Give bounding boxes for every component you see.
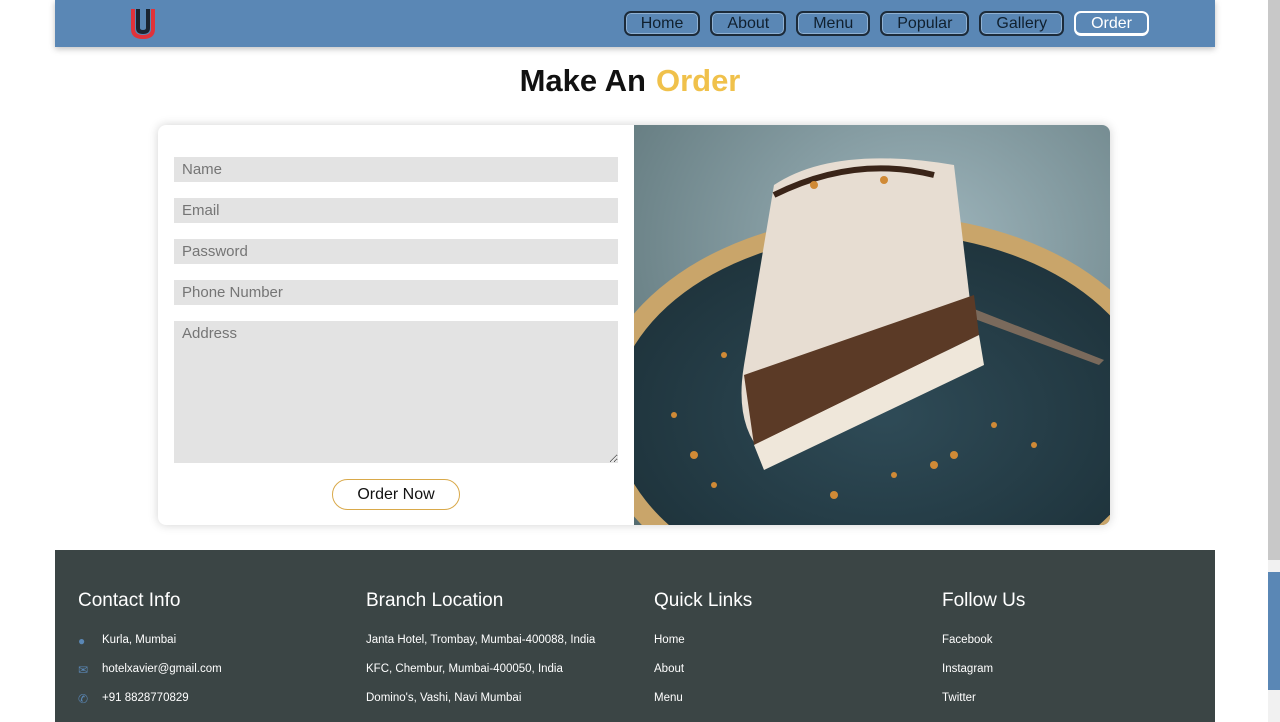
page: Home About Menu Popular Gallery Order Ma… xyxy=(0,0,1280,722)
nav-order[interactable]: Order xyxy=(1074,11,1149,36)
envelope-icon: ✉ xyxy=(78,663,89,677)
map-pin-icon: ● xyxy=(78,634,86,648)
branch-column: Branch Location Janta Hotel, Trombay, Mu… xyxy=(366,590,595,721)
contact-item: ✆ +91 8828770829 xyxy=(78,692,189,706)
password-input[interactable] xyxy=(174,239,618,264)
branch-item: Domino's, Vashi, Navi Mumbai xyxy=(366,692,522,704)
email-input[interactable] xyxy=(174,198,618,223)
footer-link-menu[interactable]: Menu xyxy=(654,692,752,721)
scrollbar-thumb[interactable] xyxy=(1268,572,1280,690)
nav-menu[interactable]: Menu xyxy=(796,11,871,36)
nav-home[interactable]: Home xyxy=(623,11,701,36)
order-card: Order Now xyxy=(158,125,1110,525)
quick-links-column: Quick Links Home About Menu xyxy=(654,590,752,721)
branch-item: KFC, Chembur, Mumbai-400050, India xyxy=(366,663,563,675)
site-header: Home About Menu Popular Gallery Order xyxy=(55,0,1215,47)
scrollbar-track-upper xyxy=(1268,0,1280,560)
follow-column: Follow Us Facebook Instagram Twitter xyxy=(942,590,1025,721)
address-textarea[interactable] xyxy=(174,321,618,463)
follow-heading: Follow Us xyxy=(942,590,1026,611)
social-link-instagram[interactable]: Instagram xyxy=(942,663,1025,692)
phone-icon: ✆ xyxy=(78,692,89,706)
phone-input[interactable] xyxy=(174,280,618,305)
page-scrollbar[interactable] xyxy=(1268,0,1280,722)
social-link-facebook[interactable]: Facebook xyxy=(942,634,1025,663)
nav-popular[interactable]: Popular xyxy=(880,11,970,36)
quick-links-heading: Quick Links xyxy=(654,590,753,611)
footer-link-about[interactable]: About xyxy=(654,663,752,692)
order-now-button[interactable]: Order Now xyxy=(332,479,460,510)
contact-column: Contact Info ● Kurla, Mumbai ✉ hotelxavier… xyxy=(78,590,222,721)
cake-image xyxy=(634,125,1110,525)
page-title: Make An Order xyxy=(0,63,1260,99)
contact-item: ✉ hotelxavier@gmail.com xyxy=(78,663,222,677)
nav-about[interactable]: About xyxy=(710,11,787,36)
title-accent: Order xyxy=(655,63,741,98)
contact-item: ● Kurla, Mumbai xyxy=(78,634,177,648)
footer-link-home[interactable]: Home xyxy=(654,634,752,663)
branch-heading: Branch Location xyxy=(366,590,504,611)
social-link-twitter[interactable]: Twitter xyxy=(942,692,1025,721)
main-nav: Home About Menu Popular Gallery Order xyxy=(623,11,1149,36)
branch-item: Janta Hotel, Trombay, Mumbai-400088, Ind… xyxy=(366,634,596,646)
nav-gallery[interactable]: Gallery xyxy=(979,11,1065,36)
brand-logo[interactable] xyxy=(129,7,157,39)
name-input[interactable] xyxy=(174,157,618,182)
site-footer: Contact Info ● Kurla, Mumbai ✉ hotelxavier… xyxy=(55,550,1215,722)
contact-heading: Contact Info xyxy=(78,590,181,611)
title-main: Make An xyxy=(519,63,646,98)
order-form: Order Now xyxy=(158,125,634,525)
